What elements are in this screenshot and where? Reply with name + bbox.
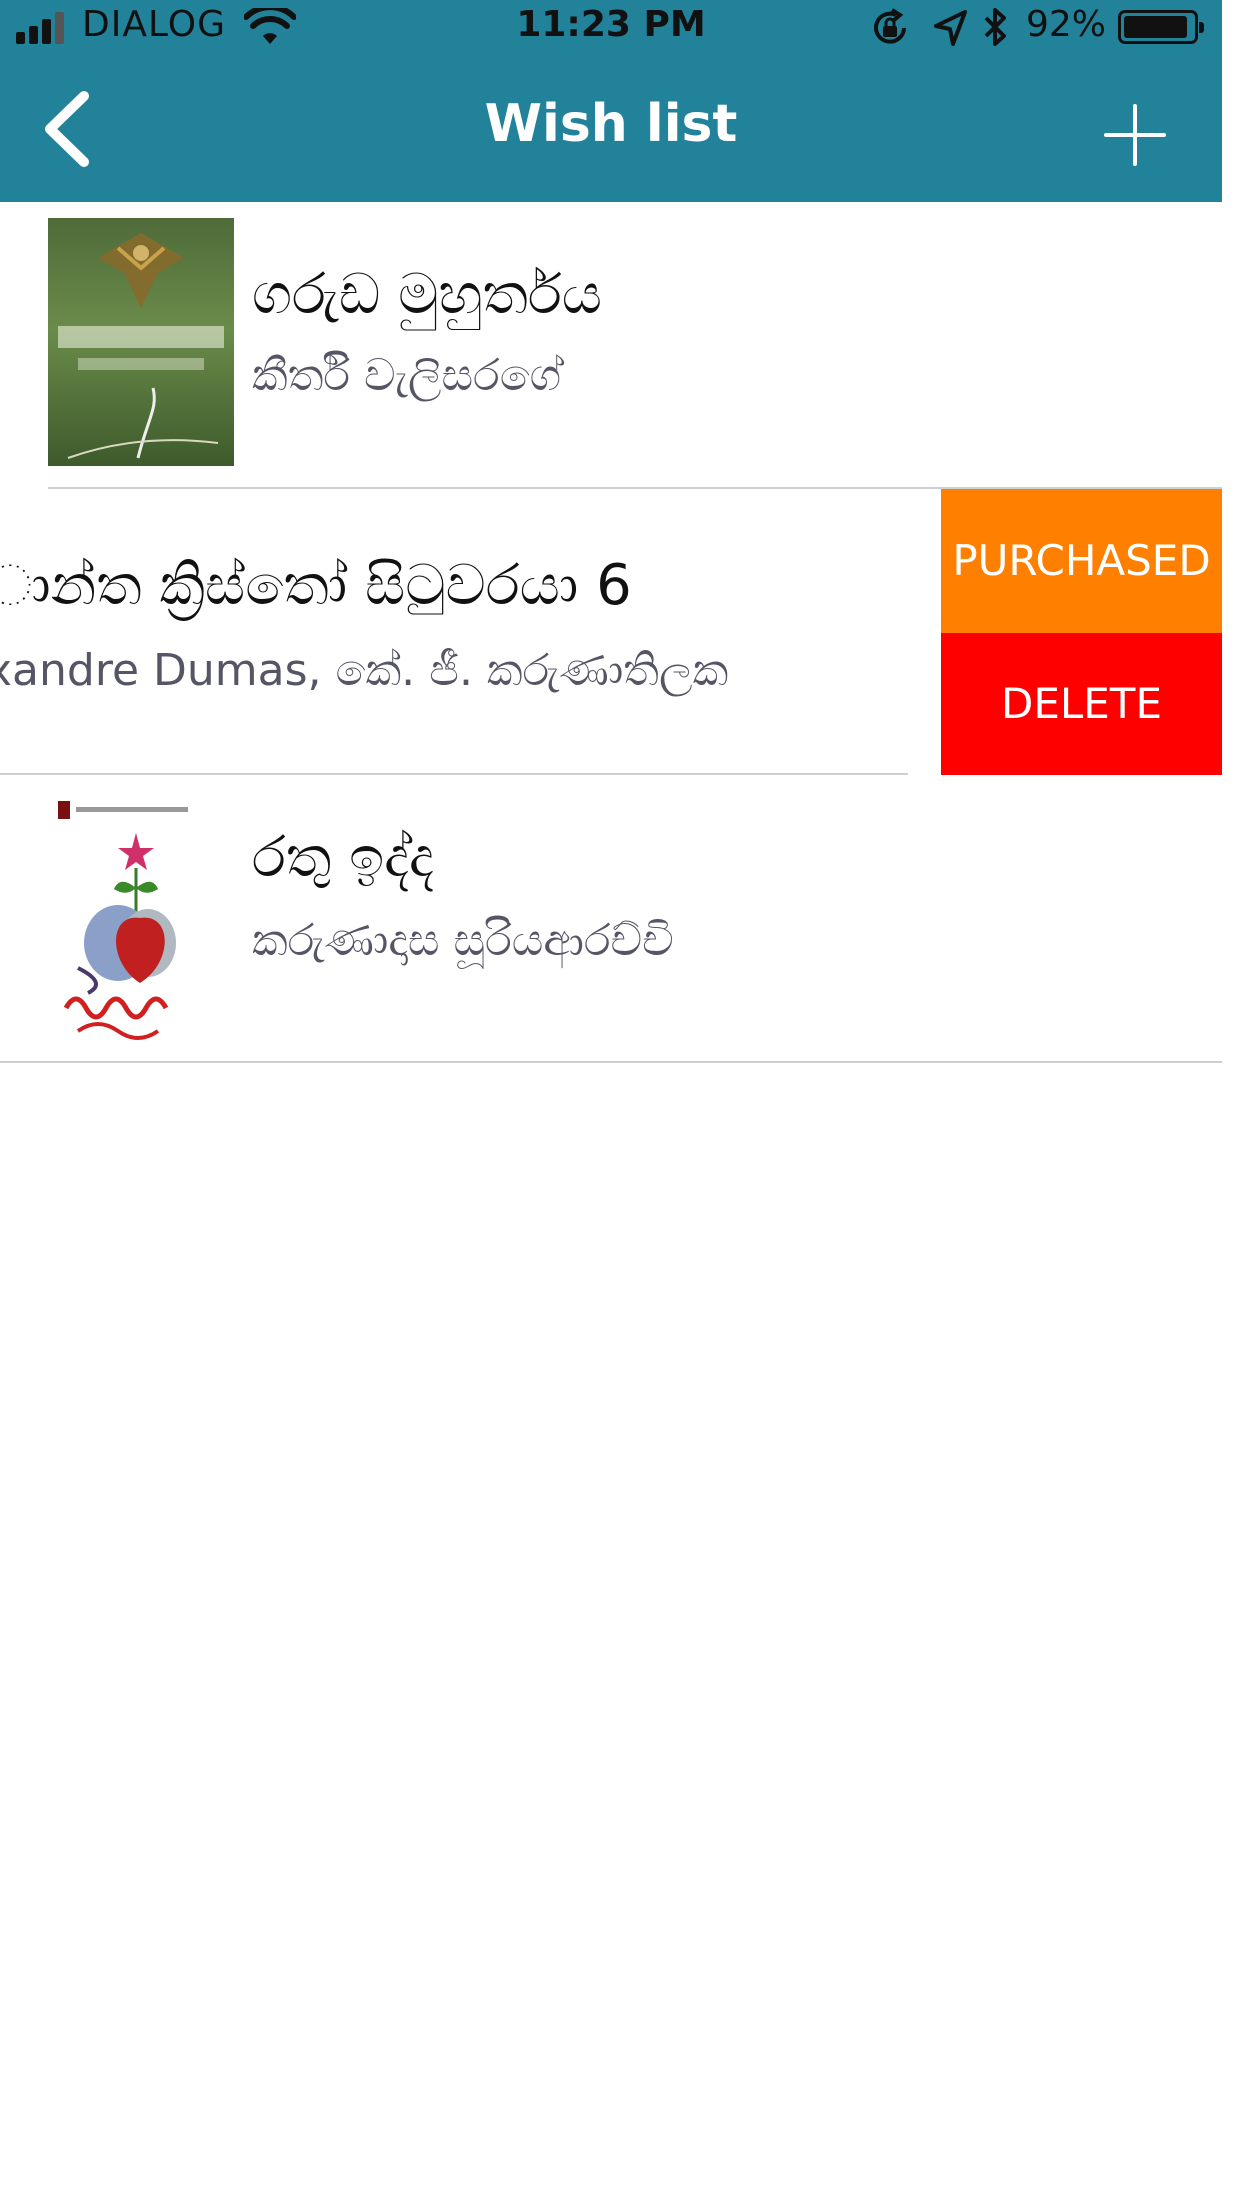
battery-icon bbox=[1118, 10, 1204, 44]
delete-button[interactable]: DELETE bbox=[941, 633, 1222, 775]
book-row[interactable]: රතු ඉද්ද කරුණාදාස සූරියආරච්චි bbox=[0, 775, 1222, 1061]
book-author: කරුණාදාස සූරියආරච්චි bbox=[252, 915, 674, 966]
book-author: xandre Dumas, කේ. ජී. කරුණාතිලක bbox=[0, 645, 729, 696]
battery-fill bbox=[1124, 16, 1187, 38]
header-bar: DIALOG 11:23 PM 92% Wish list bbox=[0, 0, 1222, 202]
bluetooth-icon bbox=[984, 8, 1006, 46]
book-row[interactable]: ගරුඩ මුහුර්තය කීර්ති වැලිසරගේ bbox=[0, 202, 1222, 488]
row-divider bbox=[0, 1061, 1222, 1063]
book-title: ගරුඩ මුහුර්තය bbox=[252, 262, 603, 327]
book-title: රතු ඉද්ද bbox=[252, 825, 434, 890]
navigation-bar: Wish list bbox=[0, 54, 1222, 202]
book-author: කීර්ති වැලිසරගේ bbox=[252, 350, 562, 401]
plus-icon[interactable] bbox=[1104, 104, 1166, 166]
status-bar: DIALOG 11:23 PM 92% bbox=[0, 0, 1222, 54]
purchased-button[interactable]: PURCHASED bbox=[941, 489, 1222, 633]
battery-percent: 92% bbox=[1026, 4, 1107, 45]
location-icon bbox=[934, 10, 967, 46]
wish-list-screen: DIALOG 11:23 PM 92% Wish list ගරුඩ මුහුර… bbox=[0, 0, 1242, 2208]
book-cover-image bbox=[48, 793, 208, 1043]
book-cover-image bbox=[48, 218, 234, 466]
book-title: ාන්ත ක්‍රිස්තෝ සිටුවරයා 6 bbox=[0, 553, 632, 618]
page-title: Wish list bbox=[484, 94, 738, 154]
rotation-lock-icon bbox=[874, 8, 906, 44]
